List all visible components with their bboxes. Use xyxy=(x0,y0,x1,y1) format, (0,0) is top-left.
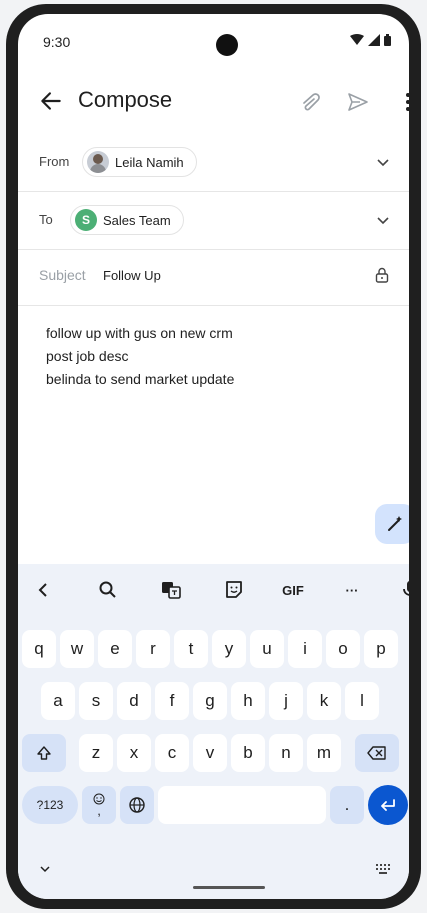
key-g[interactable]: g xyxy=(193,682,227,720)
home-indicator[interactable] xyxy=(193,886,265,889)
help-me-write-button[interactable] xyxy=(375,504,409,544)
status-time: 9:30 xyxy=(43,34,71,50)
wifi-icon xyxy=(350,34,364,45)
key-s[interactable]: s xyxy=(79,682,113,720)
comma-label: , xyxy=(97,803,101,818)
chevron-down-icon[interactable] xyxy=(375,154,391,170)
key-y[interactable]: y xyxy=(212,630,246,668)
backspace-icon xyxy=(367,746,386,760)
period-key[interactable]: . xyxy=(330,786,364,824)
key-n[interactable]: n xyxy=(269,734,303,772)
space-key[interactable] xyxy=(158,786,326,824)
phone-frame: 9:30 Compose From Leila Namih To S Sales… xyxy=(6,4,421,909)
body-line: follow up with gus on new crm xyxy=(46,325,233,341)
key-v[interactable]: v xyxy=(193,734,227,772)
signal-icon xyxy=(368,34,380,46)
to-label: To xyxy=(39,212,53,227)
more-button[interactable]: ··· xyxy=(340,578,364,602)
keyboard: GIF ··· q w e r t y u i o p a s d f g h … xyxy=(18,564,409,899)
shift-icon xyxy=(37,746,51,760)
emoji-key[interactable]: , xyxy=(82,786,116,824)
gif-button[interactable]: GIF xyxy=(278,578,308,602)
to-row[interactable]: To S Sales Team xyxy=(18,192,409,250)
sticker-icon[interactable] xyxy=(222,578,246,602)
key-t[interactable]: t xyxy=(174,630,208,668)
avatar: S xyxy=(75,209,97,231)
chevron-down-icon[interactable] xyxy=(38,862,52,876)
language-key[interactable] xyxy=(120,786,154,824)
from-row[interactable]: From Leila Namih xyxy=(18,134,409,192)
status-icons xyxy=(350,34,391,46)
search-icon[interactable] xyxy=(96,578,120,602)
magic-pen-icon xyxy=(388,516,402,531)
key-z[interactable]: z xyxy=(79,734,113,772)
enter-icon xyxy=(381,799,395,811)
microphone-icon[interactable] xyxy=(398,578,409,602)
key-i[interactable]: i xyxy=(288,630,322,668)
battery-icon xyxy=(384,34,391,46)
symbols-key[interactable]: ?123 xyxy=(22,786,78,824)
message-body[interactable]: follow up with gus on new crm post job d… xyxy=(46,322,234,391)
key-o[interactable]: o xyxy=(326,630,360,668)
subject-placeholder: Subject xyxy=(39,267,86,283)
key-u[interactable]: u xyxy=(250,630,284,668)
key-c[interactable]: c xyxy=(155,734,189,772)
key-q[interactable]: q xyxy=(22,630,56,668)
key-p[interactable]: p xyxy=(364,630,398,668)
key-k[interactable]: k xyxy=(307,682,341,720)
from-chip[interactable]: Leila Namih xyxy=(82,147,197,177)
send-icon[interactable] xyxy=(346,90,370,114)
keyboard-icon[interactable] xyxy=(375,862,391,876)
shift-key[interactable] xyxy=(22,734,66,772)
chevron-left-icon[interactable] xyxy=(32,578,56,602)
key-f[interactable]: f xyxy=(155,682,189,720)
app-bar: Compose xyxy=(18,82,409,122)
backspace-key[interactable] xyxy=(355,734,399,772)
page-title: Compose xyxy=(78,87,173,112)
back-arrow-icon[interactable] xyxy=(38,88,64,114)
key-e[interactable]: e xyxy=(98,630,132,668)
key-m[interactable]: m xyxy=(307,734,341,772)
avatar xyxy=(87,151,109,173)
key-x[interactable]: x xyxy=(117,734,151,772)
key-d[interactable]: d xyxy=(117,682,151,720)
more-vert-icon[interactable] xyxy=(396,90,409,114)
attach-icon[interactable] xyxy=(300,90,324,114)
translate-icon[interactable] xyxy=(159,578,183,602)
body-line: post job desc xyxy=(46,348,129,364)
chevron-down-icon[interactable] xyxy=(375,212,391,228)
key-w[interactable]: w xyxy=(60,630,94,668)
key-a[interactable]: a xyxy=(41,682,75,720)
camera-cutout xyxy=(216,34,238,56)
globe-icon xyxy=(129,797,145,813)
key-l[interactable]: l xyxy=(345,682,379,720)
to-name: Sales Team xyxy=(103,212,171,228)
key-b[interactable]: b xyxy=(231,734,265,772)
screen: 9:30 Compose From Leila Namih To S Sales… xyxy=(18,14,409,899)
from-label: From xyxy=(39,154,70,169)
key-r[interactable]: r xyxy=(136,630,170,668)
lock-icon[interactable] xyxy=(373,266,391,284)
from-name: Leila Namih xyxy=(115,154,184,170)
key-j[interactable]: j xyxy=(269,682,303,720)
enter-key[interactable] xyxy=(368,785,408,825)
key-h[interactable]: h xyxy=(231,682,265,720)
body-line: belinda to send market update xyxy=(46,371,235,387)
to-chip[interactable]: S Sales Team xyxy=(70,205,184,235)
subject-row[interactable]: Subject Follow Up xyxy=(18,248,409,306)
subject-field[interactable]: Follow Up xyxy=(103,268,161,283)
status-bar: 9:30 xyxy=(18,14,409,66)
